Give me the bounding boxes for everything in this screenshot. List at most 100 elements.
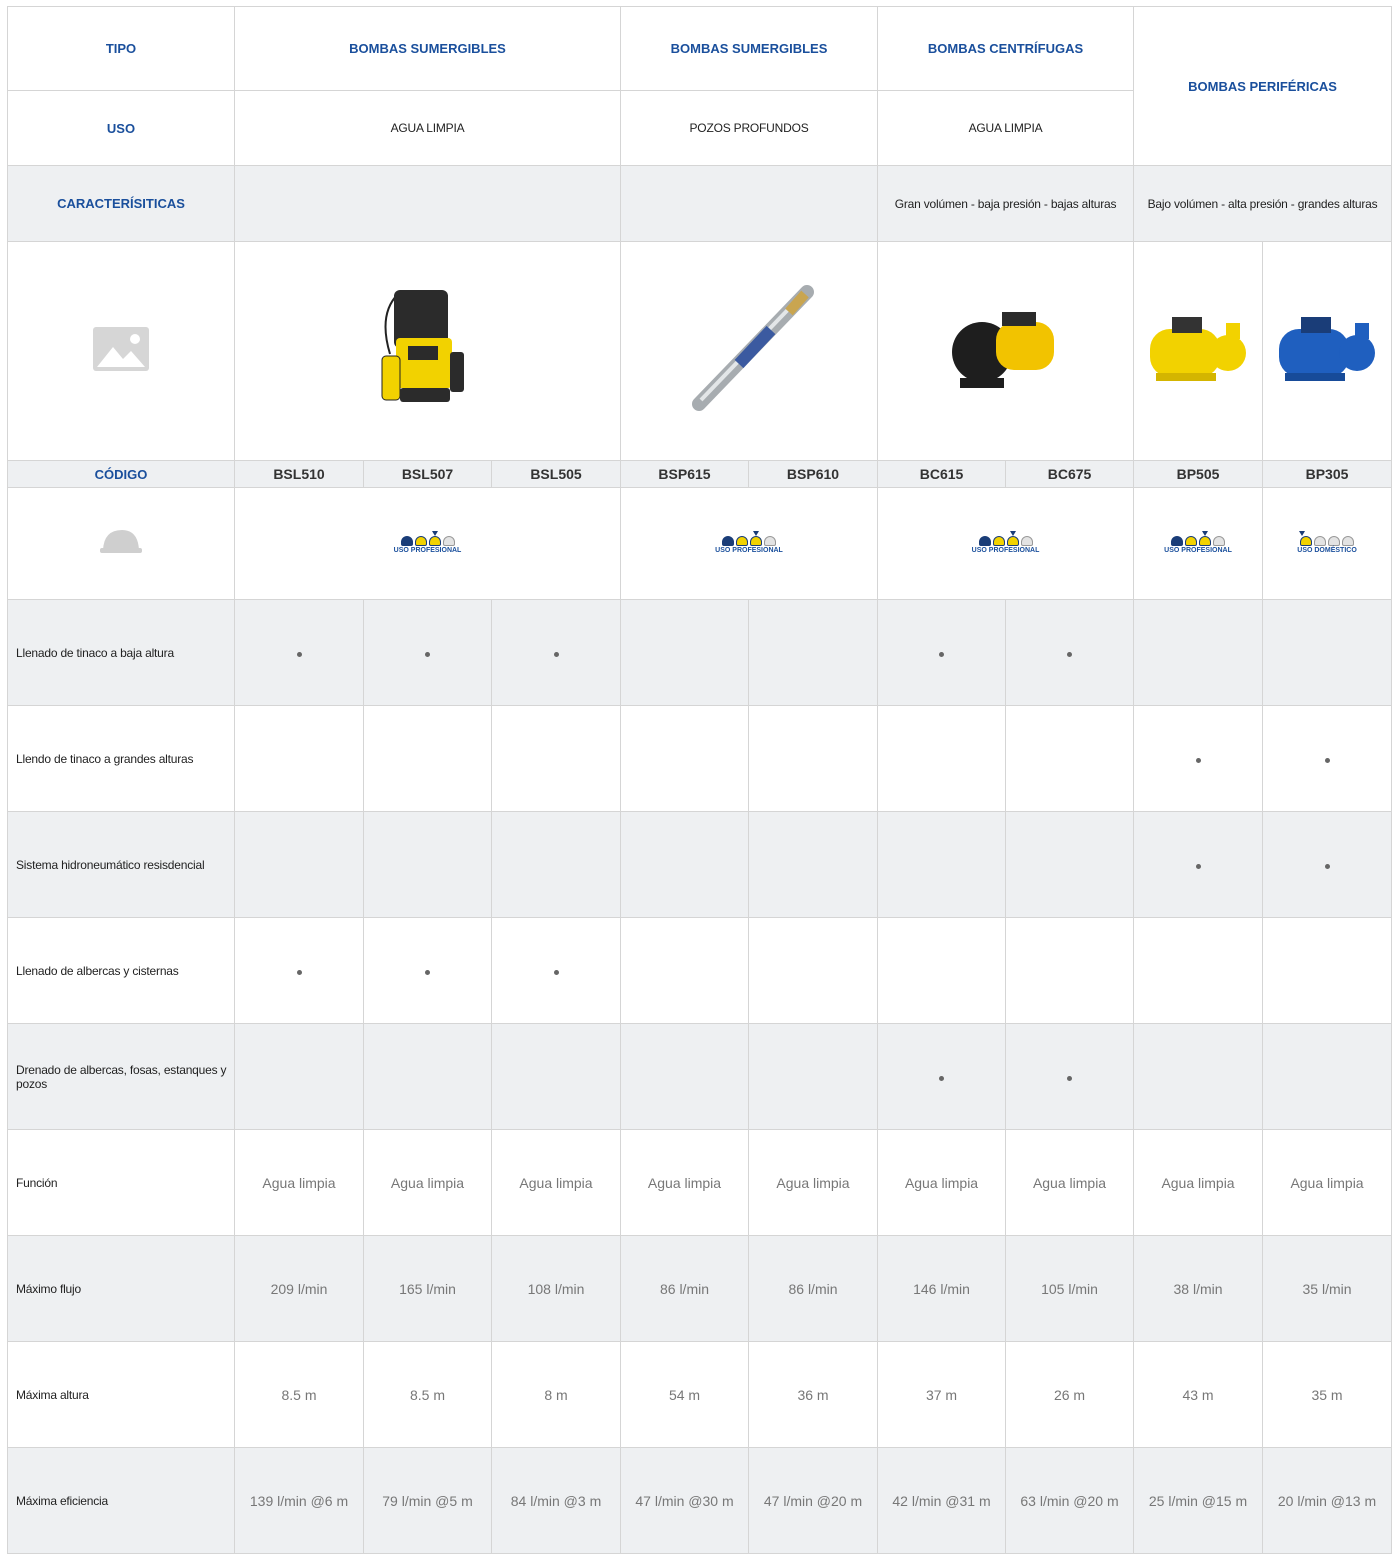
spec-value: 42 l/min @31 m: [877, 1447, 1007, 1554]
code-cell: BP505: [1133, 460, 1264, 488]
mark-cell: [620, 705, 749, 812]
badge-label: USO PROFESIONAL: [715, 546, 783, 554]
feature-label: Llendo de tinaco a grandes alturas: [7, 705, 235, 812]
code-cell: BC675: [1005, 460, 1135, 488]
use-level-row: USO PROFESIONAL USO PROFESIONAL USO PROF…: [7, 487, 1393, 600]
helmet-level-icon: [1171, 535, 1184, 546]
spec-value: 20 l/min @13 m: [1262, 1447, 1393, 1554]
mark-cell: [620, 599, 749, 706]
helmet-level-icon: [1328, 535, 1341, 546]
professional-use-badge: USO PROFESIONAL: [715, 530, 783, 554]
spec-value: 38 l/min: [1133, 1235, 1264, 1342]
mark-cell: [363, 1023, 492, 1130]
mark-cell: [1262, 705, 1393, 812]
helmet-level-icon: [978, 535, 991, 546]
mark-cell: [1133, 599, 1264, 706]
mark-cell: [363, 917, 492, 1024]
check-dot-icon: [1324, 863, 1330, 869]
spec-value: 105 l/min: [1005, 1235, 1135, 1342]
spec-value: 63 l/min @20 m: [1005, 1447, 1135, 1554]
badge-label: USO PROFESIONAL: [393, 546, 462, 554]
tipo-row: TIPO BOMBAS SUMERGIBLES BOMBAS SUMERGIBL…: [7, 6, 1393, 166]
codigo-row: CÓDIGO BSL510 BSL507 BSL505 BSP615 BSP61…: [7, 460, 1393, 488]
mark-cell: [491, 599, 621, 706]
spec-value: 26 m: [1005, 1341, 1135, 1448]
mark-cell: [1133, 705, 1264, 812]
mark-cell: [234, 599, 364, 706]
spec-value: 84 l/min @3 m: [491, 1447, 621, 1554]
well-pump-image: [692, 284, 814, 411]
mark-cell: [363, 705, 492, 812]
spec-value: 8.5 m: [363, 1341, 492, 1448]
spec-value: Agua limpia: [877, 1129, 1007, 1236]
feature-row: Drenado de albercas, fosas, estanques y …: [7, 1023, 1393, 1130]
check-dot-icon: [553, 651, 559, 657]
feature-label: Llenado de albercas y cisternas: [7, 917, 235, 1024]
helmet-level-icon: [1300, 535, 1313, 546]
image-row: [7, 241, 1393, 461]
spec-value: 165 l/min: [363, 1235, 492, 1342]
feature-row: Llenado de albercas y cisternas: [7, 917, 1393, 1024]
helmet-level-icon: [1020, 535, 1033, 546]
code-cell: BP305: [1262, 460, 1393, 488]
tipo-sumergibles: BOMBAS SUMERGIBLES: [234, 6, 621, 91]
mark-cell: [620, 1023, 749, 1130]
feature-row: Llenado de tinaco a baja altura: [7, 599, 1393, 706]
mark-cell: [1133, 1023, 1264, 1130]
mark-cell: [877, 599, 1007, 706]
mark-cell: [1005, 917, 1135, 1024]
code-cell: BSP615: [620, 460, 749, 488]
centrifugal-pump-image: [951, 311, 1054, 388]
spec-value: 8 m: [491, 1341, 621, 1448]
spec-value: 47 l/min @30 m: [620, 1447, 749, 1554]
badge-label: USO PROFESIONAL: [971, 546, 1040, 554]
spec-value: 86 l/min: [620, 1235, 749, 1342]
check-dot-icon: [939, 651, 945, 657]
caract-empty-2: [619, 165, 879, 242]
mark-cell: [491, 811, 621, 918]
mark-cell: [877, 917, 1007, 1024]
spec-value: Agua limpia: [620, 1129, 749, 1236]
check-dot-icon: [553, 969, 559, 975]
check-dot-icon: [1324, 757, 1330, 763]
spec-value: 25 l/min @15 m: [1133, 1447, 1264, 1554]
spec-row: Máxima eficiencia 139 l/min @6 m 79 l/min…: [7, 1447, 1393, 1554]
mark-cell: [747, 917, 879, 1024]
uso-agua-limpia: AGUA LIMPIA: [234, 90, 621, 166]
mark-cell: [747, 811, 879, 918]
mark-cell: [1005, 705, 1135, 812]
mark-cell: [1262, 599, 1393, 706]
spec-value: Agua limpia: [1005, 1129, 1135, 1236]
helmet-level-icon: [1199, 535, 1212, 546]
badge-cell: USO PROFESIONAL: [1133, 487, 1264, 600]
mark-cell: [747, 1023, 879, 1130]
spec-value: 79 l/min @5 m: [363, 1447, 492, 1554]
feature-label: Llenado de tinaco a baja altura: [7, 599, 235, 706]
helmet-level-icon: [1342, 535, 1355, 546]
spec-label: Máximo flujo: [7, 1235, 235, 1342]
image-centrifuga-cell: [877, 241, 1135, 461]
submersible-pump-image: [381, 289, 464, 402]
image-placeholder-icon: [93, 326, 149, 371]
helmet-level-icon: [400, 535, 413, 546]
uso-pozos: POZOS PROFUNDOS: [619, 90, 879, 166]
mark-cell: [620, 917, 749, 1024]
helmet-level-icon: [764, 535, 776, 546]
spec-value: Agua limpia: [234, 1129, 364, 1236]
feature-row: Sistema hidroneumático resisdencial: [7, 811, 1393, 918]
spec-value: 54 m: [620, 1341, 749, 1448]
mark-cell: [1005, 599, 1135, 706]
code-cell: BSL505: [491, 460, 621, 488]
spec-value: Agua limpia: [747, 1129, 879, 1236]
image-placeholder-cell: [7, 241, 235, 461]
spec-value: 108 l/min: [491, 1235, 621, 1342]
spec-label: Función: [7, 1129, 235, 1236]
helmet-level-icon: [722, 535, 734, 546]
badge-label: USO PROFESIONAL: [1164, 546, 1232, 554]
tipo-centrifugas: BOMBAS CENTRÍFUGAS: [877, 6, 1135, 91]
badge-cell: USO PROFESIONAL: [234, 487, 621, 600]
check-dot-icon: [425, 969, 430, 975]
spec-label: Máxima eficiencia: [7, 1447, 235, 1554]
mark-cell: [234, 1023, 364, 1130]
check-dot-icon: [1195, 757, 1201, 763]
